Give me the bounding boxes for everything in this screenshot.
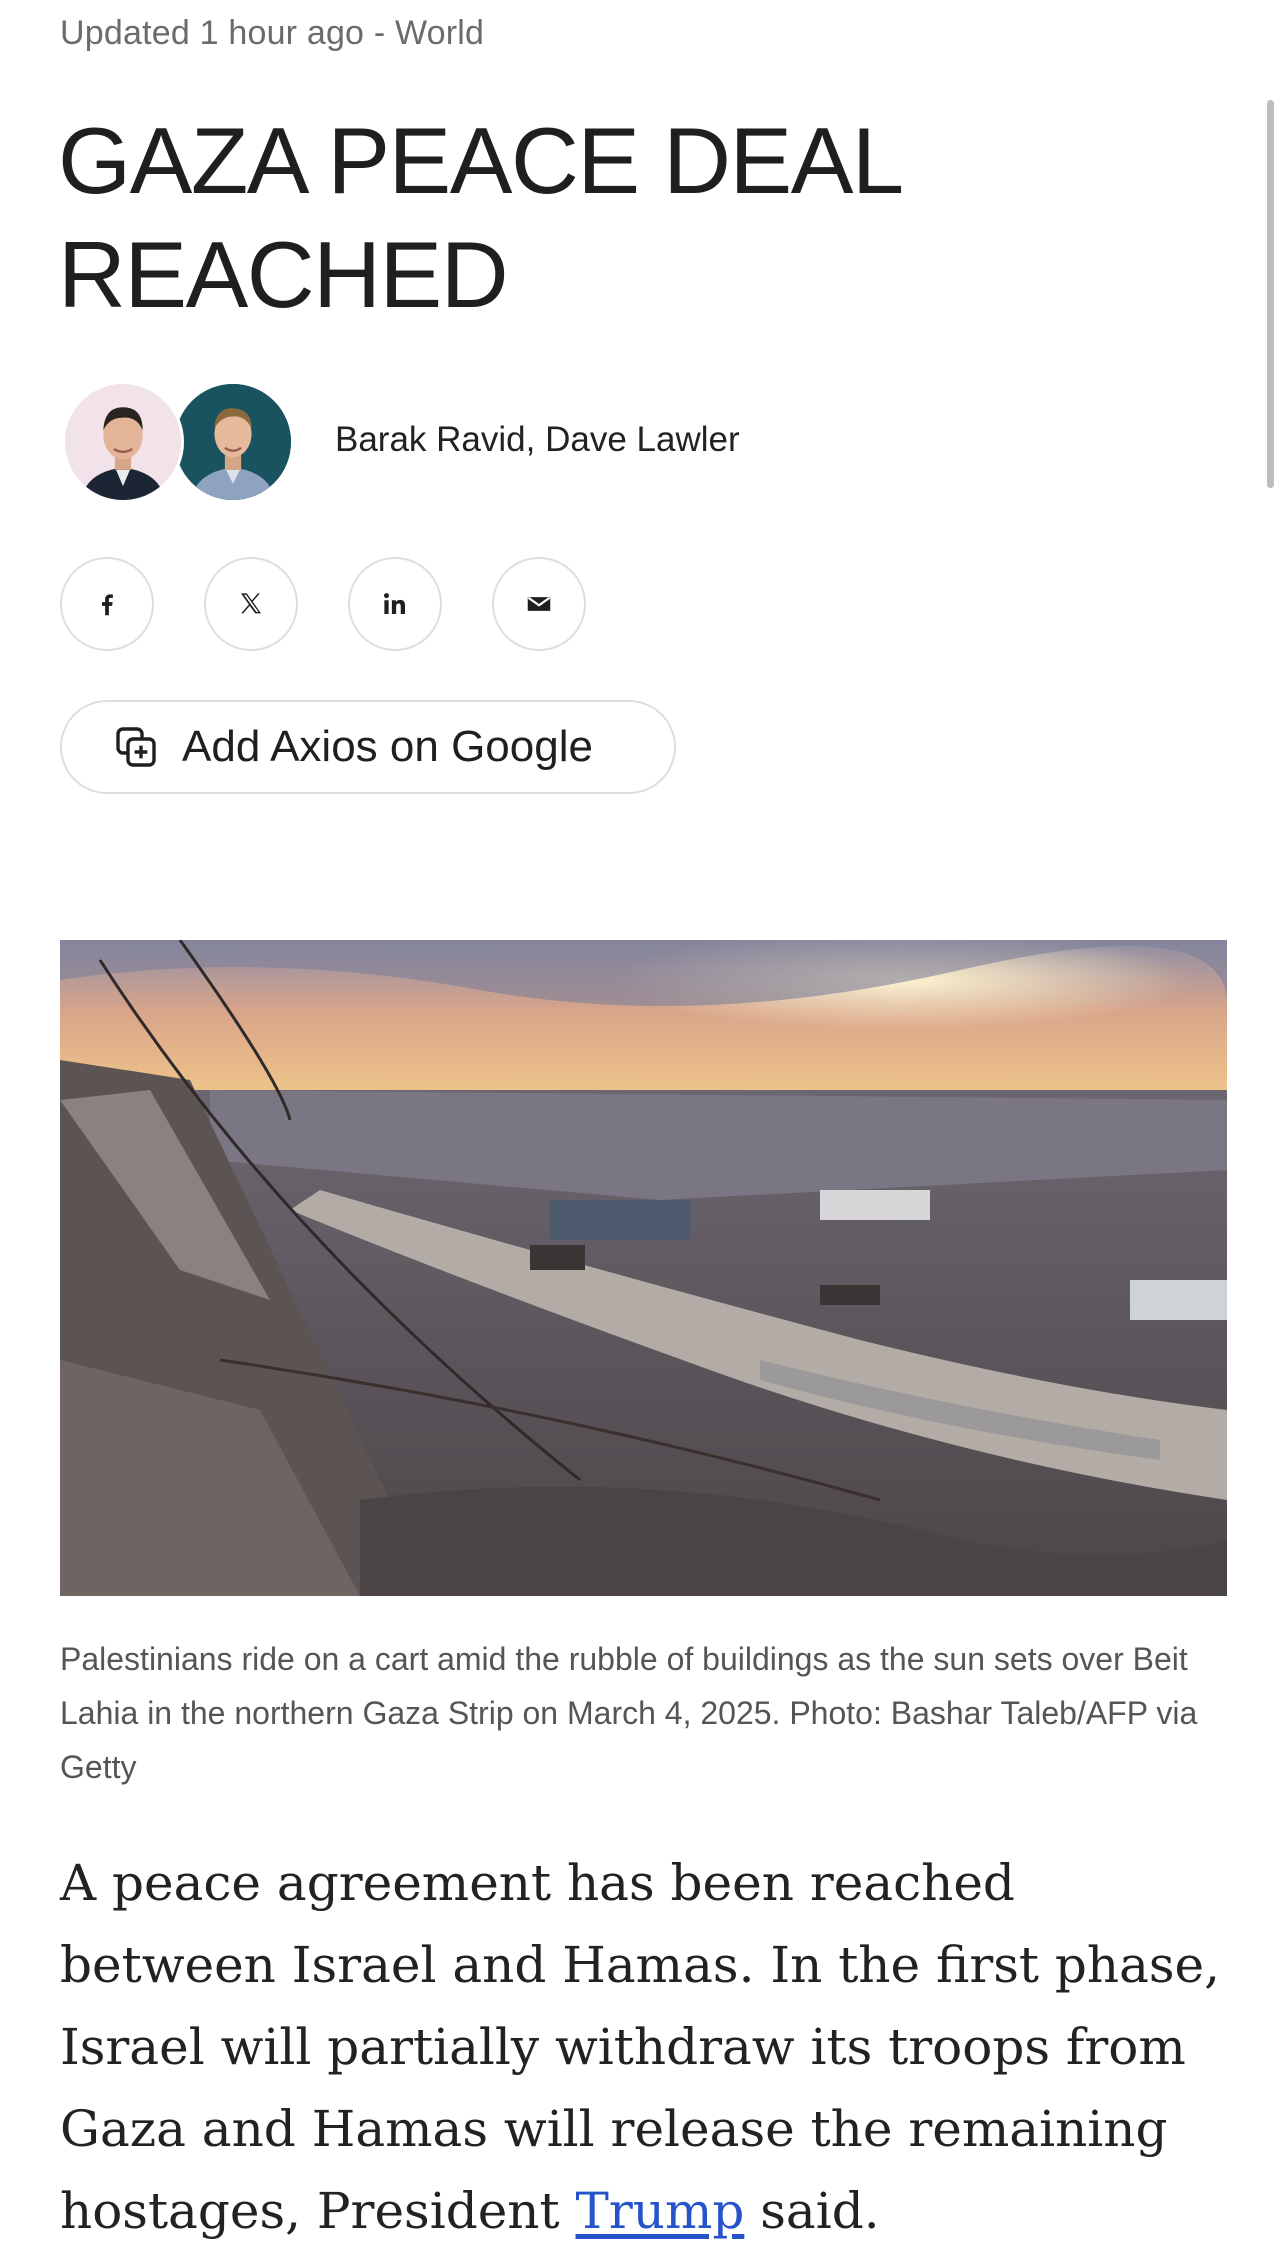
share-x-button[interactable] (204, 557, 298, 651)
share-linkedin-button[interactable] (348, 557, 442, 651)
article-meta: Updated 1 hour ago - World (60, 14, 485, 52)
linkedin-icon (384, 593, 405, 614)
avatar[interactable] (62, 381, 184, 503)
photo-caption: Palestinians ride on a cart amid the rub… (60, 1641, 1198, 1785)
avatar[interactable] (172, 381, 294, 503)
article-headline: GAZA PEACE DEAL REACHED (58, 108, 901, 327)
add-axios-on-google-button[interactable]: Add Axios on Google (60, 700, 676, 794)
author-names[interactable]: Barak Ravid, Dave Lawler (335, 420, 740, 460)
add-source-icon (116, 727, 156, 767)
article-body: A peace agreement has been reached betwe… (60, 1842, 1230, 2252)
share-facebook-button[interactable] (60, 557, 154, 651)
article-photo[interactable] (60, 940, 1227, 1596)
author-avatars[interactable] (62, 381, 302, 505)
scrollbar[interactable] (1267, 100, 1274, 488)
body-text-tail: said. (744, 2182, 880, 2240)
rubble-sunset-image (60, 940, 1227, 1596)
author-photo-1 (65, 384, 181, 500)
trump-link[interactable]: Trump (575, 2182, 744, 2240)
share-email-button[interactable] (492, 557, 586, 651)
email-icon (527, 596, 551, 611)
x-icon (241, 593, 261, 614)
facebook-icon (102, 594, 113, 616)
author-photo-2 (175, 384, 291, 500)
google-button-label: Add Axios on Google (182, 722, 593, 771)
